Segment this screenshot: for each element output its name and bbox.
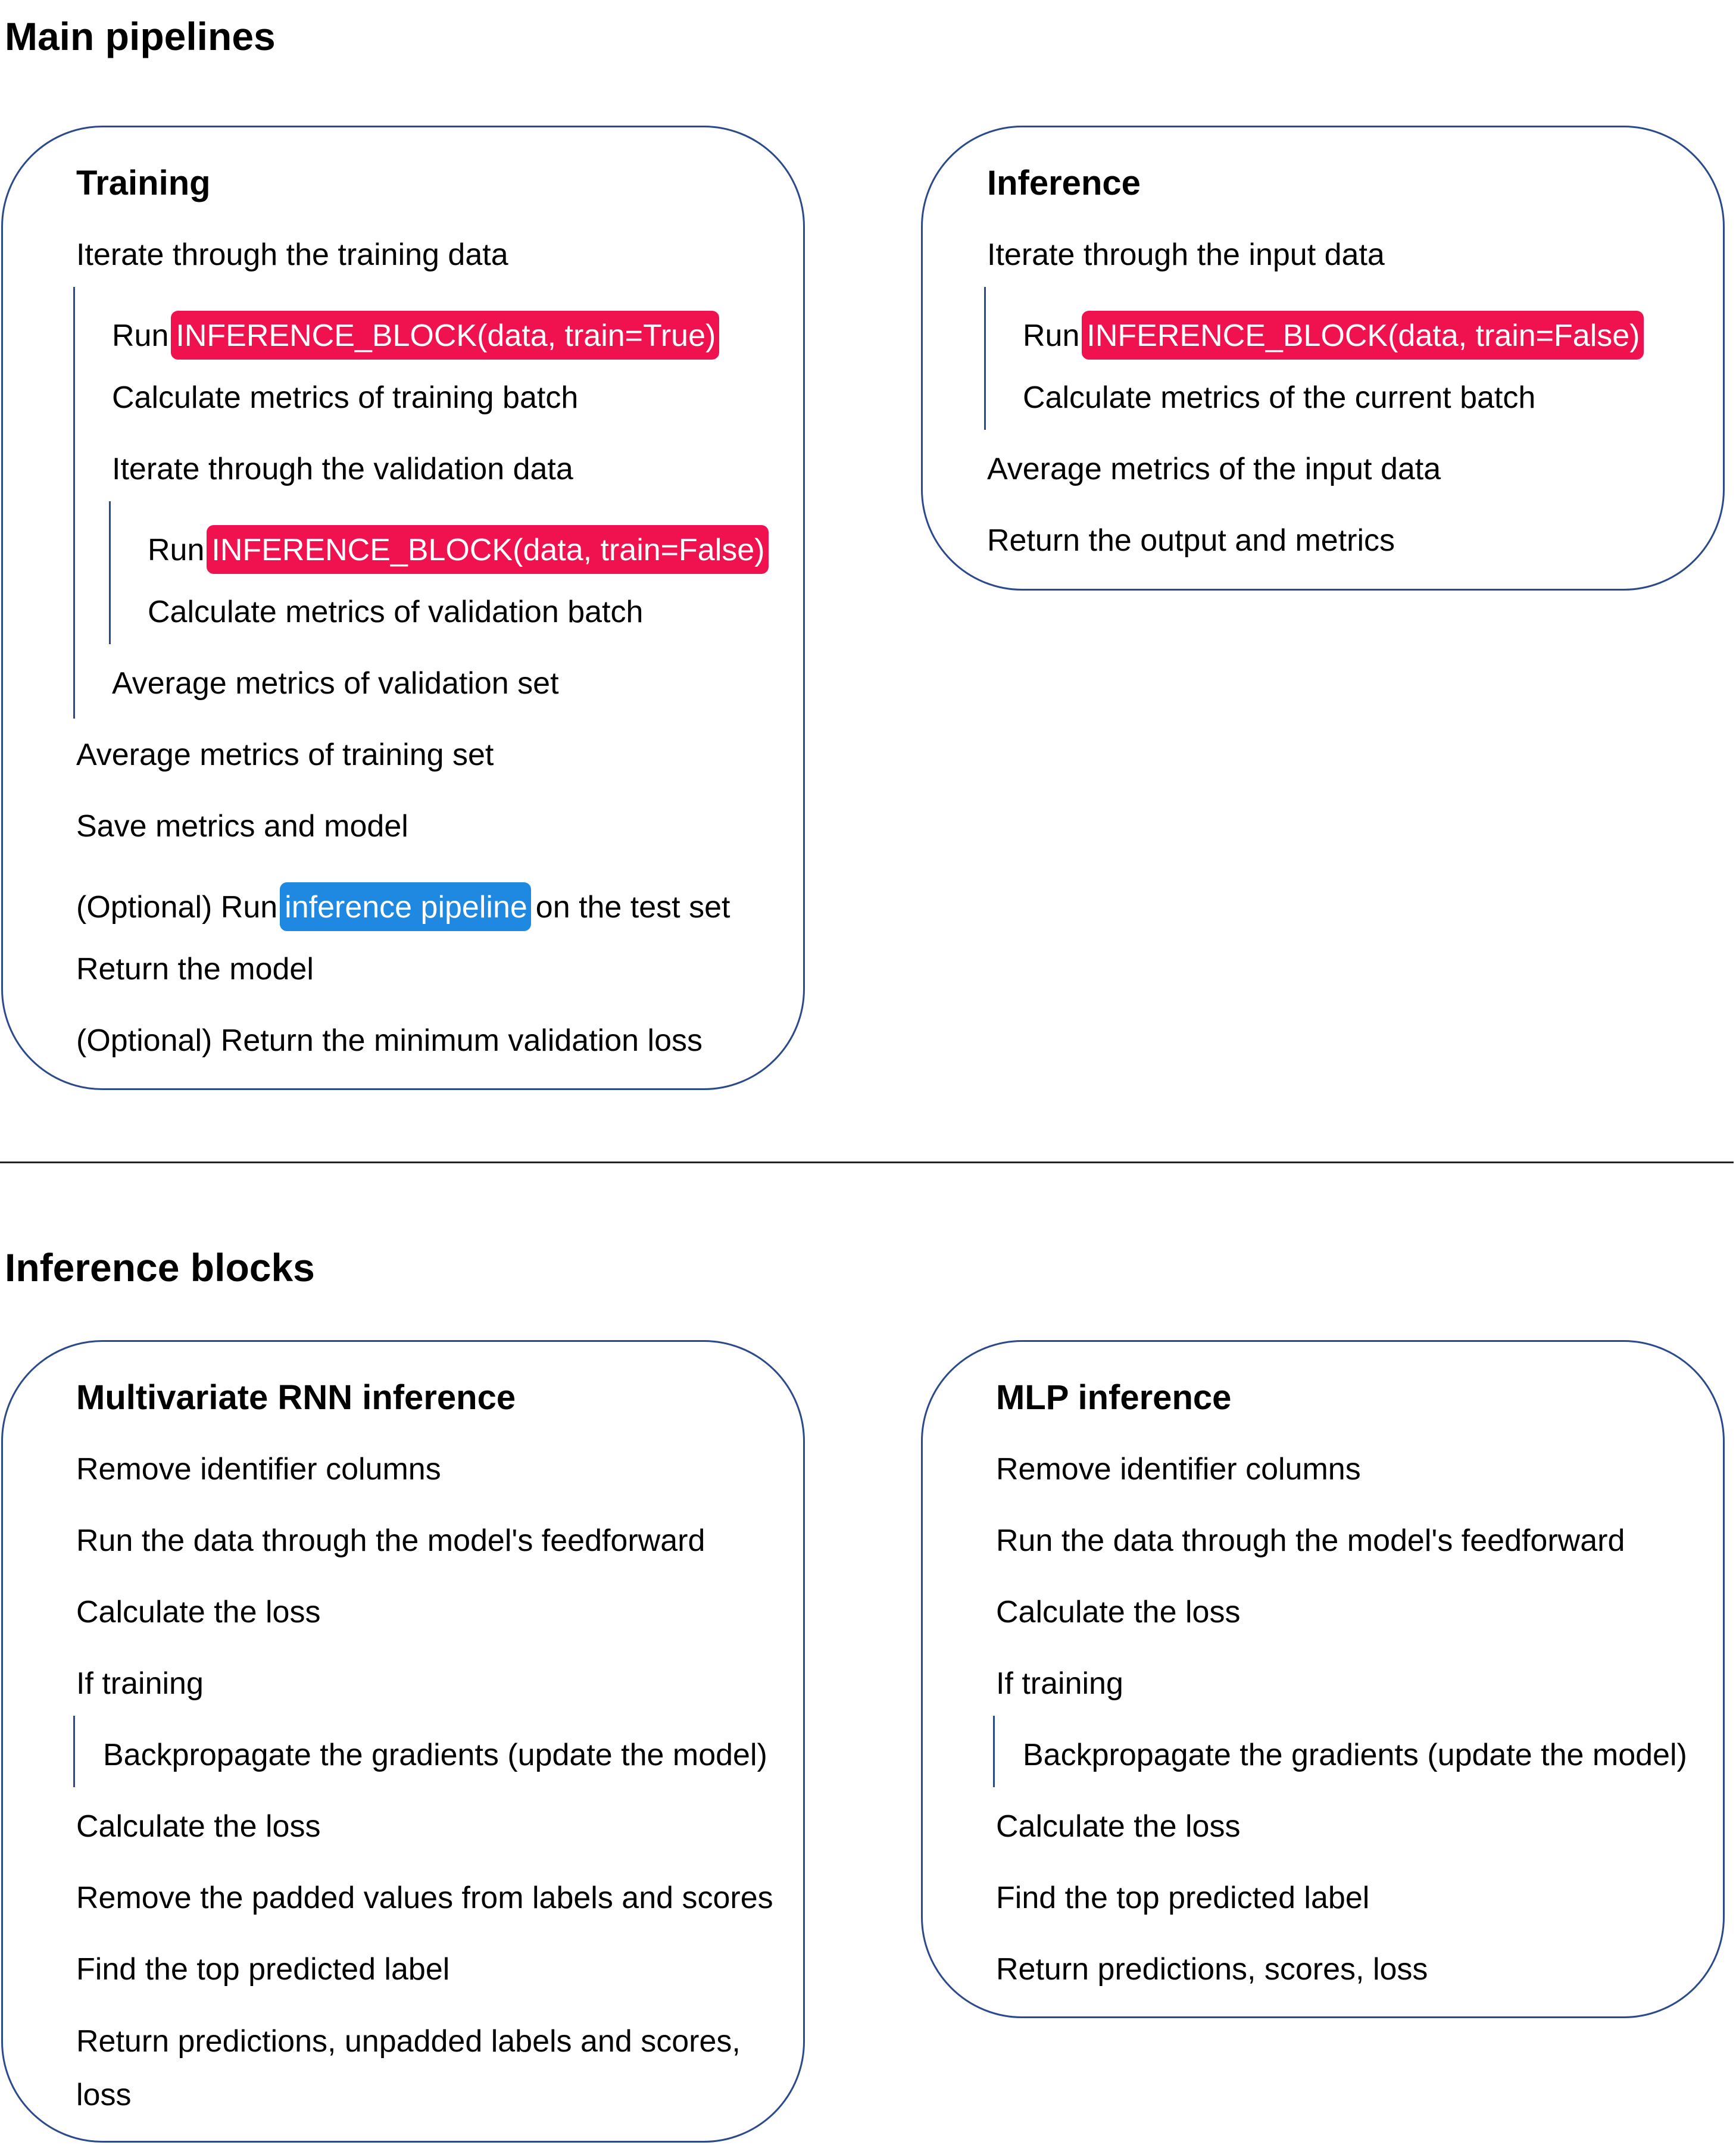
if-training: If training	[996, 1666, 1123, 1701]
run-inference-block-train: Run INFERENCE_BLOCK(data, train=True)	[112, 311, 720, 360]
calc-training-metrics: Calculate metrics of training batch	[112, 380, 579, 415]
training-title: Training	[76, 164, 211, 202]
calculate-loss: Calculate the loss	[76, 1809, 321, 1844]
inference-block-train-false-link[interactable]: INFERENCE_BLOCK(data, train=False)	[1082, 311, 1644, 360]
backpropagate-gradients: Backpropagate the gradients (update the …	[1023, 1738, 1687, 1772]
run-inference-block-val: Run INFERENCE_BLOCK(data, train=False)	[148, 525, 769, 574]
avg-validation-metrics: Average metrics of validation set	[112, 666, 559, 701]
optional-run-suffix: on the test set	[535, 890, 730, 925]
rnn-title: Multivariate RNN inference	[76, 1378, 516, 1417]
run-label: Run	[148, 533, 205, 567]
inference-pipeline-box: Inference Iterate through the input data…	[921, 126, 1725, 591]
find-top-predicted-label: Find the top predicted label	[996, 1881, 1370, 1915]
calculate-loss: Calculate the loss	[996, 1809, 1241, 1844]
section-divider	[0, 1162, 1734, 1163]
rnn-inference-box: Multivariate RNN inference Remove identi…	[1, 1340, 805, 2143]
input-loop-nesting-line	[984, 287, 986, 430]
backpropagate-gradients: Backpropagate the gradients (update the …	[103, 1738, 767, 1772]
return-predictions-unpadded: Return predictions, unpadded labels and …	[76, 2024, 741, 2112]
inference-blocks-heading: Inference blocks	[5, 1245, 315, 1290]
mlp-inference-box: MLP inference Remove identifier columns …	[921, 1340, 1725, 2018]
calculate-loss: Calculate the loss	[996, 1595, 1241, 1629]
training-loop-nesting-line	[73, 287, 75, 719]
run-inference-block: Run INFERENCE_BLOCK(data, train=False)	[1023, 311, 1644, 360]
run-label: Run	[112, 319, 169, 353]
mlp-title: MLP inference	[996, 1378, 1232, 1417]
inference-pipeline-link[interactable]: inference pipeline	[280, 882, 531, 931]
run-feedforward: Run the data through the model's feedfor…	[76, 1523, 705, 1558]
training-pipeline-box: Training Iterate through the training da…	[1, 126, 805, 1090]
training-branch-nesting-line	[993, 1716, 995, 1787]
calculate-loss: Calculate the loss	[76, 1595, 321, 1629]
validation-loop-nesting-line	[109, 501, 111, 644]
optional-run-inference-pipeline: (Optional) Run inference pipeline on the t…	[76, 882, 730, 931]
main-pipelines-heading: Main pipelines	[5, 14, 276, 58]
save-metrics-model: Save metrics and model	[76, 809, 408, 844]
return-output-metrics: Return the output and metrics	[987, 523, 1395, 558]
inference-title: Inference	[987, 164, 1141, 202]
inference-block-train-true-link[interactable]: INFERENCE_BLOCK(data, train=True)	[171, 311, 720, 360]
calc-current-batch-metrics: Calculate metrics of the current batch	[1023, 380, 1536, 415]
iterate-training-data: Iterate through the training data	[76, 238, 508, 272]
remove-identifier-columns: Remove identifier columns	[996, 1452, 1361, 1487]
return-model: Return the model	[76, 952, 314, 986]
return-predictions-scores-loss: Return predictions, scores, loss	[996, 1952, 1428, 1987]
find-top-predicted-label: Find the top predicted label	[76, 1952, 450, 1987]
if-training: If training	[76, 1666, 204, 1701]
iterate-input-data: Iterate through the input data	[987, 238, 1385, 272]
avg-training-metrics: Average metrics of training set	[76, 738, 494, 772]
training-branch-nesting-line	[73, 1716, 75, 1787]
avg-input-metrics: Average metrics of the input data	[987, 452, 1441, 486]
run-label: Run	[1023, 319, 1080, 353]
calc-validation-metrics: Calculate metrics of validation batch	[148, 595, 644, 629]
run-feedforward: Run the data through the model's feedfor…	[996, 1523, 1625, 1558]
inference-block-train-false-link[interactable]: INFERENCE_BLOCK(data, train=False)	[207, 525, 769, 574]
return-min-validation-loss: (Optional) Return the minimum validation…	[76, 1023, 702, 1058]
optional-run-label: (Optional) Run	[76, 890, 278, 925]
remove-padded-values: Remove the padded values from labels and…	[76, 1881, 773, 1915]
iterate-validation-data: Iterate through the validation data	[112, 452, 573, 486]
remove-identifier-columns: Remove identifier columns	[76, 1452, 441, 1487]
